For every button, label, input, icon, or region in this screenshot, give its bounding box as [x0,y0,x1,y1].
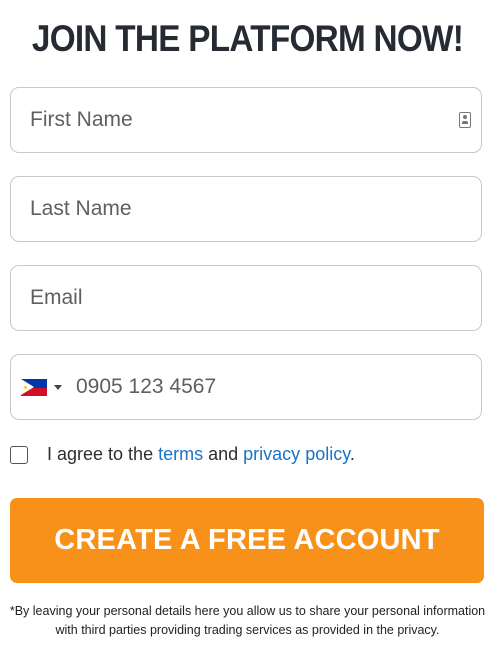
disclaimer: *By leaving your personal details here y… [0,602,495,640]
page-title: JOIN THE PLATFORM NOW! [31,18,464,59]
contact-card-icon[interactable] [459,112,471,128]
last-name-field[interactable] [10,176,482,242]
first-name-field[interactable] [10,87,482,153]
consent-conjunction: and [208,444,239,464]
privacy-policy-link[interactable]: privacy policy [243,444,350,464]
disclaimer-line-2: with third parties providing trading ser… [55,623,440,637]
email-field[interactable] [10,265,482,331]
terms-link[interactable]: terms [158,444,203,464]
country-code-selector[interactable] [21,379,62,396]
email-input[interactable] [30,266,440,330]
consent-row: I agree to the terms and privacy policy. [10,444,355,465]
phone-input[interactable] [76,355,466,419]
consent-suffix: . [349,444,355,464]
create-account-button[interactable]: CREATE A FREE ACCOUNT [10,498,484,583]
disclaimer-line-1: *By leaving your personal details here y… [9,604,486,618]
philippines-flag-icon [21,379,47,396]
consent-checkbox[interactable] [10,445,28,464]
first-name-input[interactable] [30,88,440,152]
phone-field[interactable] [10,354,482,420]
consent-label: I agree to the terms and privacy policy. [47,444,355,465]
consent-prefix: I agree to the [47,444,154,464]
chevron-down-icon [54,385,62,390]
last-name-input[interactable] [30,177,440,241]
